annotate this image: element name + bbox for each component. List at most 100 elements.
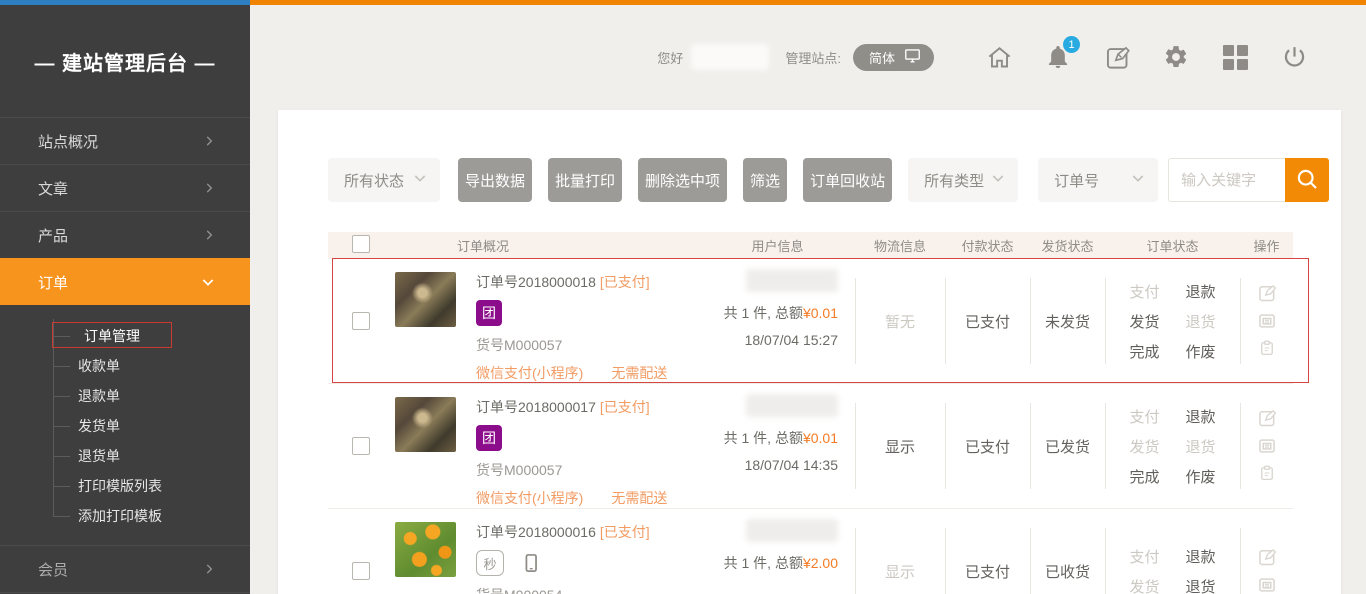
sidebar-item-add-print-template[interactable]: 添加打印模板 <box>0 501 250 531</box>
filter-button[interactable]: 筛选 <box>743 158 787 202</box>
status-link-void[interactable]: 作废 <box>1186 466 1216 487</box>
sidebar-item-articles[interactable]: 文章 <box>0 164 250 211</box>
order-summary: 共 1 件, 总额 <box>724 305 803 321</box>
paid-tag: [已支付] <box>600 399 650 415</box>
sidebar-item-receipts[interactable]: 收款单 <box>0 351 250 381</box>
col-header-order: 订单概况 <box>380 236 700 255</box>
sidebar-item-members[interactable]: 会员 <box>0 545 250 593</box>
topbar-icons: 1 <box>956 41 1310 73</box>
copy-order-icon[interactable] <box>1258 464 1276 484</box>
select-all-checkbox[interactable] <box>352 235 370 253</box>
sidebar-item-products[interactable]: 产品 <box>0 211 250 258</box>
status-link-complete[interactable]: 完成 <box>1129 466 1159 487</box>
sidebar-item-print-template-list[interactable]: 打印模版列表 <box>0 471 250 501</box>
product-thumbnail[interactable] <box>395 272 456 327</box>
sidebar-item-return-orders[interactable]: 退货单 <box>0 441 250 471</box>
item-number: 货号M000057 <box>476 460 667 480</box>
buyer-name-blurred <box>746 394 838 417</box>
shipping-status: 已收货 <box>1030 509 1105 594</box>
edit-order-icon[interactable] <box>1257 408 1277 428</box>
col-header-ops: 操作 <box>1240 236 1293 255</box>
status-link-void[interactable]: 作废 <box>1186 341 1216 362</box>
sidebar-item-refund-orders[interactable]: 退款单 <box>0 381 250 411</box>
top-accent-orange <box>250 0 1366 5</box>
edit-compose-icon[interactable] <box>1101 41 1133 73</box>
groupbuy-badge: 团 <box>476 425 502 451</box>
row-checkbox[interactable] <box>352 312 370 330</box>
flash-sale-badge: 秒 <box>476 550 504 576</box>
groupbuy-badge: 团 <box>476 300 502 326</box>
order-overview-cell: 订单号2018000016[已支付] 秒 货号M000054 <box>380 509 700 594</box>
type-filter-value: 所有类型 <box>924 170 984 191</box>
sidebar-item-label: 产品 <box>38 225 68 246</box>
delete-selected-button[interactable]: 删除选中项 <box>638 158 727 202</box>
order-status-cell: 支付 退款 发货 退货 <box>1105 509 1240 594</box>
row-checkbox[interactable] <box>352 562 370 580</box>
keyword-search-input[interactable] <box>1168 158 1285 202</box>
settings-gear-icon[interactable] <box>1160 41 1192 73</box>
print-order-icon[interactable] <box>1257 436 1277 456</box>
col-header-logistics: 物流信息 <box>855 236 945 255</box>
search-field-dropdown[interactable]: 订单号 <box>1038 158 1158 202</box>
order-row-2018000018: 订单号2018000018[已支付] 团 货号M000057 微信支付(小程序)… <box>328 259 1293 384</box>
user-info-cell: 共 1 件, 总额¥0.01 18/07/04 15:27 <box>700 259 855 383</box>
export-data-button[interactable]: 导出数据 <box>458 158 532 202</box>
status-link-refund[interactable]: 退款 <box>1186 546 1216 567</box>
payment-status: 已支付 <box>945 259 1030 383</box>
status-link-refund[interactable]: 退款 <box>1186 406 1216 427</box>
notification-badge: 1 <box>1063 36 1080 53</box>
edit-order-icon[interactable] <box>1257 547 1277 567</box>
order-datetime: 18/07/04 14:35 <box>700 457 838 473</box>
status-link-pay: 支付 <box>1129 406 1159 427</box>
status-link-pay: 支付 <box>1129 281 1159 302</box>
table-header: 订单概况 用户信息 物流信息 付款状态 发货状态 订单状态 操作 <box>328 232 1293 259</box>
status-link-ship[interactable]: 发货 <box>1129 311 1159 332</box>
monitor-icon <box>903 46 922 68</box>
order-datetime: 18/07/04 15:27 <box>700 332 838 348</box>
logout-power-icon[interactable] <box>1278 41 1310 73</box>
sidebar-item-order-management[interactable]: 订单管理 <box>0 321 250 351</box>
search-button[interactable] <box>1285 158 1329 202</box>
delivery-note: 无需配送 <box>611 488 667 508</box>
print-order-icon[interactable] <box>1257 311 1277 331</box>
language-site-selector[interactable]: 简体 <box>853 44 934 71</box>
col-header-status: 订单状态 <box>1105 236 1240 255</box>
print-order-icon[interactable] <box>1257 575 1277 594</box>
sidebar-item-site-overview[interactable]: 站点概况 <box>0 117 250 164</box>
chevron-down-icon <box>990 170 1006 190</box>
status-link-pay: 支付 <box>1129 546 1159 567</box>
orders-submenu: 订单管理 收款单 退款单 发货单 退货单 打印模版列表 添加打印模板 <box>0 305 250 545</box>
home-icon[interactable] <box>983 41 1015 73</box>
order-row-2018000016: 订单号2018000016[已支付] 秒 货号M000054 共 1 件, 总额… <box>328 509 1293 594</box>
payment-method: 微信支付(小程序) <box>476 363 583 383</box>
status-filter-dropdown[interactable]: 所有状态 <box>328 158 440 202</box>
status-link-return[interactable]: 退货 <box>1186 576 1216 594</box>
order-number: 订单号2018000016 <box>476 524 596 540</box>
apps-grid-icon[interactable] <box>1219 41 1251 73</box>
order-recycle-bin-button[interactable]: 订单回收站 <box>803 158 892 202</box>
paid-tag: [已支付] <box>600 274 650 290</box>
sidebar-item-label: 订单 <box>38 272 68 293</box>
batch-print-button[interactable]: 批量打印 <box>548 158 622 202</box>
chevron-right-icon <box>202 134 216 148</box>
item-number: 货号M000057 <box>476 335 667 355</box>
shipping-status: 已发货 <box>1030 384 1105 508</box>
payment-status: 已支付 <box>945 509 1030 594</box>
product-thumbnail[interactable] <box>395 397 456 452</box>
row-checkbox[interactable] <box>352 437 370 455</box>
type-filter-dropdown[interactable]: 所有类型 <box>908 158 1018 202</box>
order-status-cell: 支付 退款 发货 退货 完成 作废 <box>1105 384 1240 508</box>
copy-order-icon[interactable] <box>1258 339 1276 359</box>
sidebar-item-orders[interactable]: 订单 <box>0 258 250 305</box>
user-info-cell: 共 1 件, 总额¥2.00 <box>700 509 855 594</box>
order-status-cell: 支付 退款 发货 退货 完成 作废 <box>1105 259 1240 383</box>
logistics-link[interactable]: 显示 <box>885 436 915 457</box>
edit-order-icon[interactable] <box>1257 283 1277 303</box>
notifications-bell-icon[interactable]: 1 <box>1042 41 1074 73</box>
product-thumbnail[interactable] <box>395 522 456 577</box>
sidebar-item-label: 站点概况 <box>38 131 98 152</box>
sidebar-item-shipping-orders[interactable]: 发货单 <box>0 411 250 441</box>
status-link-return: 退货 <box>1186 436 1216 457</box>
status-link-refund[interactable]: 退款 <box>1186 281 1216 302</box>
status-link-complete[interactable]: 完成 <box>1129 341 1159 362</box>
